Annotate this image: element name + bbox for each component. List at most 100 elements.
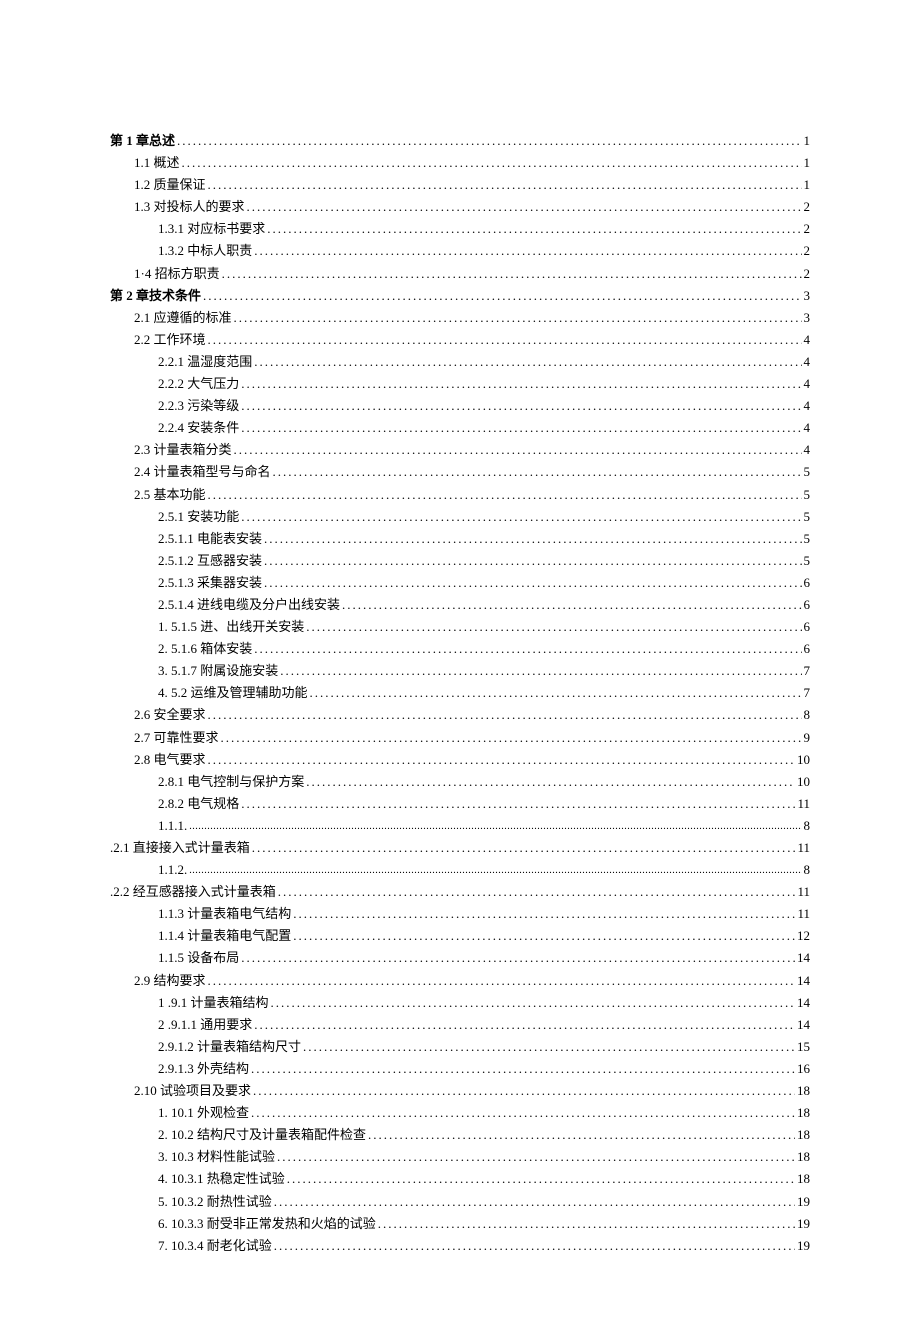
toc-page-number: 18 xyxy=(797,1080,810,1102)
toc-entry[interactable]: .2.2 经互感器接入式计量表箱11 xyxy=(110,881,810,903)
toc-leader-dots xyxy=(368,1124,795,1146)
toc-entry[interactable]: 2.8 电气要求10 xyxy=(110,749,810,771)
toc-page-number: 18 xyxy=(797,1124,810,1146)
toc-page-number: 1 xyxy=(804,130,811,152)
toc-page-number: 12 xyxy=(797,925,810,947)
toc-entry[interactable]: 2.10 试验项目及要求18 xyxy=(110,1080,810,1102)
toc-page-number: 4 xyxy=(804,329,811,351)
toc-entry[interactable]: 4. 10.3.1 热稳定性试验18 xyxy=(110,1168,810,1190)
toc-label: 2.7 可靠性要求 xyxy=(134,727,219,749)
toc-entry[interactable]: 4. 5.2 运维及管理辅助功能7 xyxy=(110,682,810,704)
toc-entry[interactable]: 2.5.1.2 互感器安装5 xyxy=(110,550,810,572)
toc-entry[interactable]: 1.3.2 中标人职责2 xyxy=(110,240,810,262)
toc-entry[interactable]: 2.9.1.3 外壳结构16 xyxy=(110,1058,810,1080)
toc-entry[interactable]: 3. 5.1.7 附属设施安装7 xyxy=(110,660,810,682)
toc-label: 3. 10.3 材料性能试验 xyxy=(158,1146,275,1168)
toc-leader-dots xyxy=(264,528,801,550)
toc-entry[interactable]: 1.1.3 计量表箱电气结构11 xyxy=(110,903,810,925)
toc-page: 第 1 章总述11.1 概述11.2 质量保证11.3 对投标人的要求21.3.… xyxy=(0,0,920,1337)
toc-page-number: 1 xyxy=(804,174,811,196)
toc-entry[interactable]: 2. 10.2 结构尺寸及计量表箱配件检查18 xyxy=(110,1124,810,1146)
toc-entry[interactable]: 1.1.1.8 xyxy=(110,815,810,837)
toc-entry[interactable]: 2.2.2 大气压力4 xyxy=(110,373,810,395)
toc-page-number: 8 xyxy=(804,815,811,837)
toc-label: 2.9.1.3 外壳结构 xyxy=(158,1058,249,1080)
toc-label: 4. 5.2 运维及管理辅助功能 xyxy=(158,682,308,704)
toc-page-number: 2 xyxy=(804,240,811,262)
toc-entry[interactable]: 2.5 基本功能5 xyxy=(110,484,810,506)
toc-entry[interactable]: 2.8.2 电气规格11 xyxy=(110,793,810,815)
toc-entry[interactable]: 7. 10.3.4 耐老化试验19 xyxy=(110,1235,810,1257)
toc-entry[interactable]: 1.3 对投标人的要求2 xyxy=(110,196,810,218)
toc-leader-dots xyxy=(208,484,802,506)
toc-leader-dots xyxy=(251,1058,795,1080)
toc-entry[interactable]: 2 .9.1.1 通用要求 14 xyxy=(110,1014,810,1036)
toc-entry[interactable]: 2.5.1 安装功能5 xyxy=(110,506,810,528)
toc-label: 第 2 章技术条件 xyxy=(110,285,201,307)
toc-label: 2.2.4 安装条件 xyxy=(158,417,239,439)
toc-entry[interactable]: 2.7 可靠性要求9 xyxy=(110,727,810,749)
toc-label: 2.2.2 大气压力 xyxy=(158,373,239,395)
toc-entry[interactable]: 1. 5.1.5 进、出线开关安装6 xyxy=(110,616,810,638)
toc-entry[interactable]: 1 .9.1 计量表箱结构14 xyxy=(110,992,810,1014)
toc-page-number: 1 xyxy=(804,152,811,174)
toc-entry[interactable]: 2.1 应遵循的标准3 xyxy=(110,307,810,329)
toc-page-number: 3 xyxy=(804,285,811,307)
toc-entry[interactable]: 5. 10.3.2 耐热性试验19 xyxy=(110,1191,810,1213)
toc-entry[interactable]: 第 1 章总述 1 xyxy=(110,130,810,152)
toc-entry[interactable]: 1.1.2.8 xyxy=(110,859,810,881)
toc-page-number: 4 xyxy=(804,395,811,417)
toc-label: 2.5.1.2 互感器安装 xyxy=(158,550,262,572)
toc-entry[interactable]: 2.9.1.2 计量表箱结构尺寸15 xyxy=(110,1036,810,1058)
toc-page-number: 10 xyxy=(797,749,810,771)
toc-leader-dots xyxy=(342,594,801,616)
toc-label: 2.6 安全要求 xyxy=(134,704,206,726)
toc-page-number: 18 xyxy=(797,1168,810,1190)
toc-entry[interactable]: .2.1 直接接入式计量表箱11 xyxy=(110,837,810,859)
toc-entry[interactable]: 2.2 工作环境 4 xyxy=(110,329,810,351)
toc-entry[interactable]: 1. 10.1 外观检查 18 xyxy=(110,1102,810,1124)
toc-entry[interactable]: 2.8.1 电气控制与保护方案10 xyxy=(110,771,810,793)
toc-entry[interactable]: 1.3.1 对应标书要求2 xyxy=(110,218,810,240)
toc-page-number: 2 xyxy=(804,196,811,218)
toc-leader-dots xyxy=(293,925,795,947)
toc-entry[interactable]: 1.1 概述1 xyxy=(110,152,810,174)
toc-entry[interactable]: 2.6 安全要求8 xyxy=(110,704,810,726)
toc-entry[interactable]: 2.5.1.3 采集器安装6 xyxy=(110,572,810,594)
toc-entry[interactable]: 2.4 计量表箱型号与命名5 xyxy=(110,461,810,483)
toc-label: 2.8.2 电气规格 xyxy=(158,793,239,815)
toc-label: 5. 10.3.2 耐热性试验 xyxy=(158,1191,272,1213)
toc-leader-dots xyxy=(234,439,802,461)
toc-entry[interactable]: 3. 10.3 材料性能试验18 xyxy=(110,1146,810,1168)
toc-entry[interactable]: 2.9 结构要求14 xyxy=(110,970,810,992)
toc-page-number: 4 xyxy=(804,439,811,461)
toc-entry[interactable]: 第 2 章技术条件 3 xyxy=(110,285,810,307)
toc-entry[interactable]: 2.5.1.1 电能表安装5 xyxy=(110,528,810,550)
toc-entry[interactable]: 1.1.4 计量表箱电气配置12 xyxy=(110,925,810,947)
toc-entry[interactable]: 1·4 招标方职责2 xyxy=(110,263,810,285)
toc-entry[interactable]: 1.2 质量保证1 xyxy=(110,174,810,196)
toc-page-number: 2 xyxy=(804,263,811,285)
toc-entry[interactable]: 2.3 计量表箱分类4 xyxy=(110,439,810,461)
toc-label: 7. 10.3.4 耐老化试验 xyxy=(158,1235,272,1257)
toc-entry[interactable]: 2.2.4 安装条件4 xyxy=(110,417,810,439)
toc-label: .2.1 直接接入式计量表箱 xyxy=(110,837,250,859)
toc-leader-dots xyxy=(264,572,801,594)
toc-page-number: 18 xyxy=(797,1102,810,1124)
toc-entry[interactable]: 1.1.5 设备布局14 xyxy=(110,947,810,969)
toc-entry[interactable]: 2.2.1 温湿度范围4 xyxy=(110,351,810,373)
toc-label: 2 .9.1.1 通用要求 xyxy=(158,1014,252,1036)
toc-leader-dots xyxy=(278,881,796,903)
toc-entry[interactable]: 2. 5.1.6 箱体安装6 xyxy=(110,638,810,660)
toc-label: 第 1 章总述 xyxy=(110,130,175,152)
toc-page-number: 11 xyxy=(797,903,810,925)
toc-entry[interactable]: 2.5.1.4 进线电缆及分户出线安装6 xyxy=(110,594,810,616)
toc-label: 2.5.1 安装功能 xyxy=(158,506,239,528)
toc-label: 2.2 工作环境 xyxy=(134,329,206,351)
toc-page-number: 14 xyxy=(797,1014,810,1036)
toc-entry[interactable]: 2.2.3 污染等级4 xyxy=(110,395,810,417)
toc-page-number: 5 xyxy=(804,461,811,483)
toc-label: 1. 10.1 外观检查 xyxy=(158,1102,249,1124)
toc-page-number: 6 xyxy=(804,594,811,616)
toc-entry[interactable]: 6. 10.3.3 耐受非正常发热和火焰的试验19 xyxy=(110,1213,810,1235)
